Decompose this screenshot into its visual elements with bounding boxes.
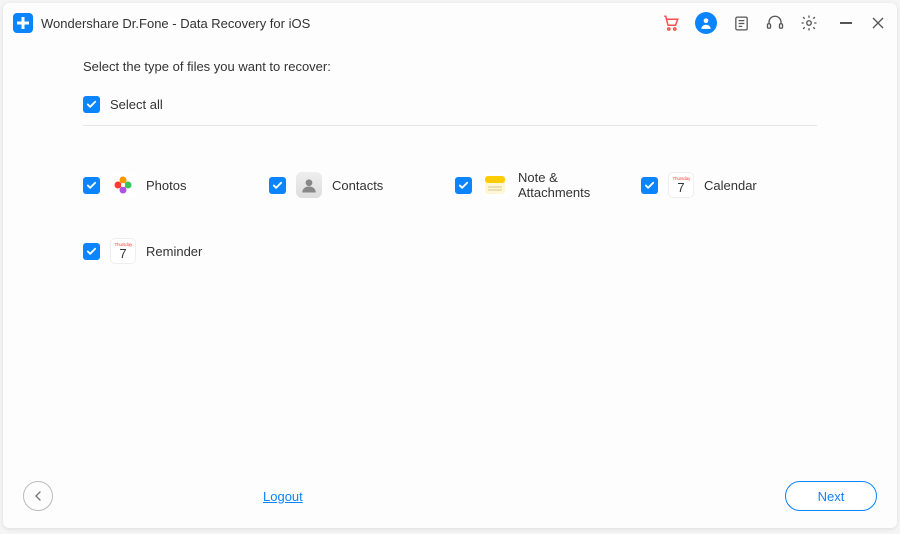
select-all-checkbox[interactable] — [83, 96, 100, 113]
filetype-label: Reminder — [146, 244, 202, 259]
notes-icon — [482, 172, 508, 198]
account-icon[interactable] — [695, 12, 717, 34]
checkbox-notes[interactable] — [455, 177, 472, 194]
checkbox-reminder[interactable] — [83, 243, 100, 260]
calendar-icon: Thursday 7 — [668, 172, 694, 198]
photos-icon — [110, 172, 136, 198]
settings-icon[interactable] — [799, 13, 819, 33]
filetype-grid: Photos Contacts — [83, 170, 817, 264]
close-button[interactable] — [871, 16, 885, 30]
checkbox-photos[interactable] — [83, 177, 100, 194]
filetype-reminder[interactable]: Thursday 7 Reminder — [83, 238, 259, 264]
filetype-photos[interactable]: Photos — [83, 170, 259, 200]
checkbox-calendar[interactable] — [641, 177, 658, 194]
calendar-day-label: Thursday — [672, 177, 690, 181]
feedback-icon[interactable] — [731, 13, 751, 33]
reminder-icon: Thursday 7 — [110, 238, 136, 264]
app-title: Wondershare Dr.Fone - Data Recovery for … — [41, 16, 310, 31]
select-all-label: Select all — [110, 97, 163, 112]
titlebar-icons — [661, 12, 819, 34]
app-logo-icon — [13, 13, 33, 33]
checkbox-contacts[interactable] — [269, 177, 286, 194]
filetype-label: Note & Attachments — [518, 170, 631, 200]
logout-link[interactable]: Logout — [263, 489, 303, 504]
back-button[interactable] — [23, 481, 53, 511]
reminder-day-label: Thursday — [114, 243, 132, 247]
cart-icon[interactable] — [661, 13, 681, 33]
titlebar: Wondershare Dr.Fone - Data Recovery for … — [3, 3, 897, 43]
reminder-date-number: 7 — [119, 247, 126, 260]
filetype-label: Calendar — [704, 178, 757, 193]
next-button[interactable]: Next — [785, 481, 877, 511]
calendar-date-number: 7 — [677, 181, 684, 194]
select-all-row[interactable]: Select all — [83, 96, 817, 126]
support-icon[interactable] — [765, 13, 785, 33]
app-window: Wondershare Dr.Fone - Data Recovery for … — [3, 3, 897, 528]
contacts-icon — [296, 172, 322, 198]
filetype-calendar[interactable]: Thursday 7 Calendar — [641, 170, 817, 200]
footer: Logout Next — [3, 470, 897, 528]
instruction-text: Select the type of files you want to rec… — [83, 59, 817, 74]
filetype-contacts[interactable]: Contacts — [269, 170, 445, 200]
filetype-label: Contacts — [332, 178, 383, 193]
filetype-label: Photos — [146, 178, 186, 193]
filetype-notes[interactable]: Note & Attachments — [455, 170, 631, 200]
main-content: Select the type of files you want to rec… — [3, 43, 897, 470]
minimize-button[interactable] — [839, 16, 853, 30]
